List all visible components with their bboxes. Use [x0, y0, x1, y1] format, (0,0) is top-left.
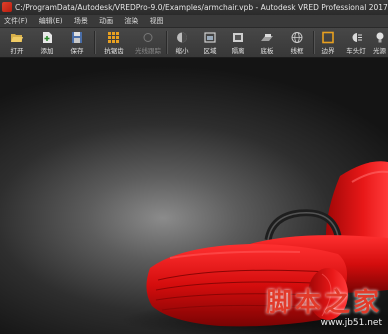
wireframe-button[interactable]: 线框 [282, 28, 312, 57]
wireframe-label: 线框 [290, 47, 304, 55]
add-label: 添加 [40, 47, 54, 55]
antialiasing-label: 抗锯齿 [104, 47, 124, 55]
toolbar-separator [94, 31, 95, 54]
menu-file[interactable]: 文件(F) [0, 15, 33, 27]
menu-render[interactable]: 渲染 [120, 15, 143, 27]
save-button[interactable]: 保存 [62, 28, 92, 57]
title-bar: C:/ProgramData/Autodesk/VREDPro-9.0/Exam… [0, 0, 388, 15]
menu-animation[interactable]: 动画 [95, 15, 118, 27]
watermark-title: 脚本之家 [265, 288, 382, 318]
open-label: 打开 [10, 47, 24, 55]
region-button[interactable]: 区域 [196, 28, 224, 57]
raytracing-label: 光线跟踪 [135, 47, 161, 55]
watermark: 脚本之家 www.jb51.net [266, 289, 382, 329]
floor-button[interactable]: 底板 [252, 28, 282, 57]
wireframe-sphere-icon [291, 32, 303, 43]
render-viewport[interactable]: 脚本之家 www.jb51.net [0, 58, 388, 334]
open-button[interactable]: 打开 [2, 28, 32, 57]
border-frame-icon [322, 31, 334, 44]
border-button[interactable]: 边界 [315, 28, 341, 57]
add-button[interactable]: 添加 [32, 28, 62, 57]
zoom-label: 缩小 [175, 47, 189, 55]
isolate-button[interactable]: 隔离 [224, 28, 252, 57]
headlight-button[interactable]: 车头灯 [341, 28, 371, 57]
border-label: 边界 [321, 47, 335, 55]
lights-button[interactable]: 光源 [371, 28, 388, 57]
floor-plane-icon [261, 34, 273, 41]
antialiasing-button[interactable]: 抗锯齿 [97, 28, 131, 57]
watermark-url: www.jb51.net [320, 318, 382, 328]
region-label: 区域 [203, 47, 217, 55]
isolate-icon [233, 33, 243, 42]
window-title: C:/ProgramData/Autodesk/VREDPro-9.0/Exam… [15, 3, 388, 12]
menu-edit[interactable]: 编辑(E) [35, 15, 68, 27]
save-label: 保存 [70, 47, 84, 55]
toolbar-separator [313, 31, 314, 54]
folder-open-icon [11, 34, 23, 42]
headlight-label: 车头灯 [346, 47, 366, 55]
raytracing-button[interactable]: 光线跟踪 [131, 28, 165, 57]
save-disk-icon [72, 32, 82, 43]
add-file-icon [43, 32, 52, 43]
isolate-label: 隔离 [231, 47, 245, 55]
light-source-icon [376, 32, 383, 43]
zoom-button[interactable]: 缩小 [168, 28, 196, 57]
half-sphere-icon [177, 32, 187, 43]
vred-app-icon [2, 2, 12, 12]
lights-label: 光源 [373, 47, 386, 55]
region-icon [204, 32, 216, 43]
menu-scene[interactable]: 场景 [70, 15, 93, 27]
main-toolbar: 打开 添加 保存 抗锯齿 光线跟踪 缩小 区域 隔离 底板 线框 边界 车头灯 … [0, 28, 388, 58]
antialiasing-grid-icon [108, 32, 119, 43]
headlight-icon [352, 33, 362, 42]
raytracing-icon [143, 33, 153, 42]
toolbar-separator [166, 31, 167, 54]
floor-label: 底板 [260, 47, 274, 55]
menu-bar: 文件(F) 编辑(E) 场景 动画 渲染 视图 [0, 15, 388, 28]
menu-view[interactable]: 视图 [146, 15, 169, 27]
